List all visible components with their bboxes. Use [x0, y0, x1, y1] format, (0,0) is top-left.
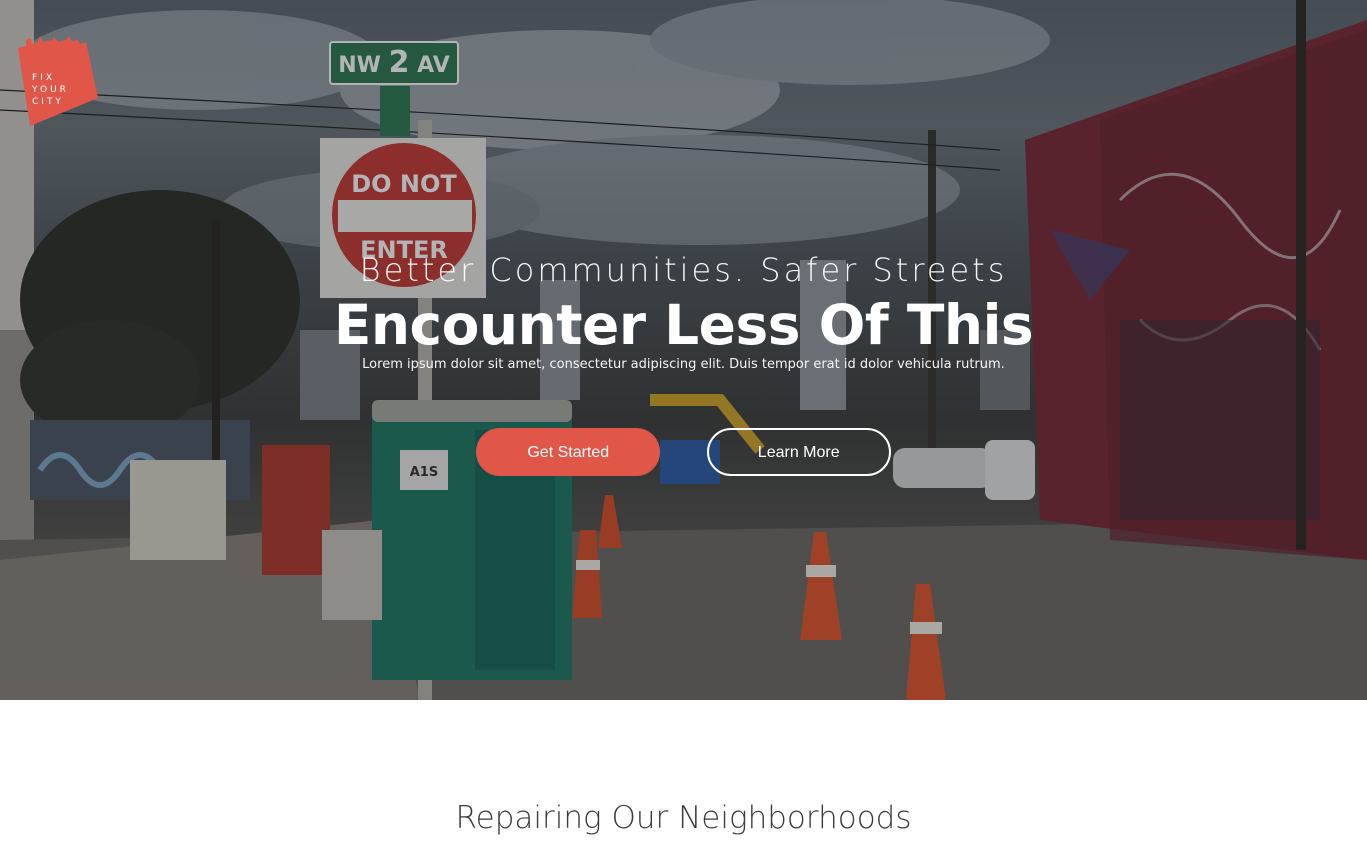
hero-headline: Encounter Less Of This	[333, 293, 1034, 357]
section-title: Repairing Our Neighborhoods	[455, 800, 912, 836]
hero-button-group: Get Started Learn More	[0, 428, 1367, 476]
learn-more-button[interactable]: Learn More	[706, 428, 891, 476]
logo-line-your: YOUR	[32, 85, 69, 95]
logo-line-fix: FIX	[32, 73, 55, 83]
hero-lead-text: Lorem ipsum dolor sit amet, consectetur …	[362, 357, 1005, 372]
neighborhoods-section: Repairing Our Neighborhoods	[0, 700, 1367, 852]
hero-tagline: Better Communities. Safer Streets	[359, 251, 1008, 289]
logo-line-city: CITY	[32, 97, 64, 107]
hero-section: NW 2 AV DO NOT ENTER A1S FIX YOUR CITY B…	[0, 0, 1367, 700]
site-logo[interactable]: FIX YOUR CITY	[18, 36, 98, 126]
get-started-button[interactable]: Get Started	[476, 428, 661, 476]
logo-wordmark: FIX YOUR CITY	[32, 72, 69, 108]
hero-text-block: Better Communities. Safer Streets Encoun…	[0, 248, 1367, 374]
